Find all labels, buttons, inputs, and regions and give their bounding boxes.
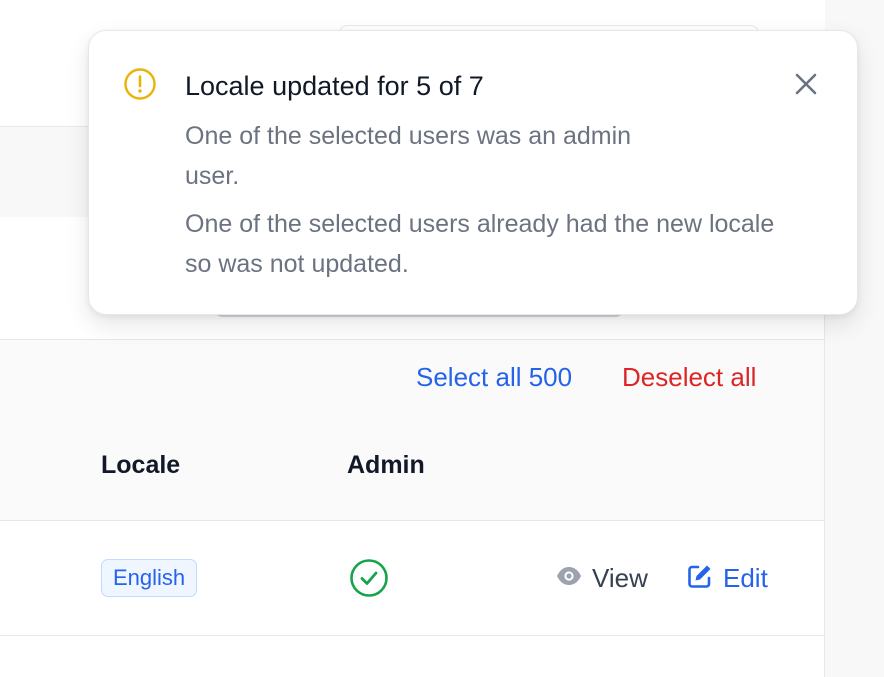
eye-icon	[556, 566, 582, 591]
warning-circle-icon	[123, 67, 157, 101]
pencil-square-icon	[687, 563, 713, 594]
column-header-admin[interactable]: Admin	[347, 451, 425, 480]
notification-toast: Locale updated for 5 of 7 One of the sel…	[88, 30, 858, 315]
notification-title: Locale updated for 5 of 7	[185, 71, 484, 101]
table-header: Locale Admin	[0, 414, 824, 521]
view-button[interactable]: View	[556, 561, 648, 595]
edit-label: Edit	[723, 562, 768, 593]
deselect-all-link[interactable]: Deselect all	[622, 362, 756, 393]
table-row: English View Edit	[0, 521, 824, 636]
notification-message: One of the selected users already had th…	[185, 210, 775, 278]
edit-button[interactable]: Edit	[687, 561, 768, 595]
locale-badge: English	[101, 559, 198, 597]
select-all-link[interactable]: Select all 500	[416, 362, 572, 393]
selection-bar: Select all 500 Deselect all	[0, 339, 824, 415]
notification-message: One of the selected users was an admin u…	[185, 122, 632, 190]
column-header-locale[interactable]: Locale	[101, 451, 180, 480]
view-label: View	[592, 562, 648, 593]
check-circle-icon	[349, 558, 389, 598]
close-icon[interactable]	[791, 69, 821, 99]
